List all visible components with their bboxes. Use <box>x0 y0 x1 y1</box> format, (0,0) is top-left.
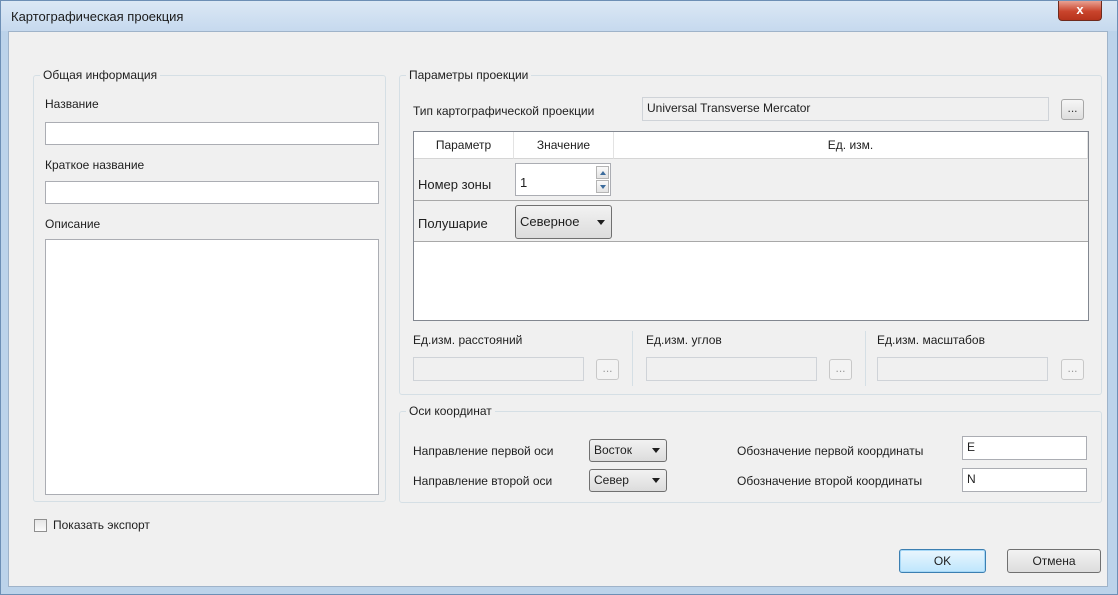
zone-number-value: 1 <box>520 175 528 190</box>
second-axis-direction-label: Направление второй оси <box>413 474 553 488</box>
table-header-unit[interactable]: Ед. изм. <box>614 132 1088 159</box>
ok-button[interactable]: OK <box>899 549 986 573</box>
projection-type-label: Тип картографической проекции <box>413 104 595 118</box>
parameters-table: Параметр Значение Ед. изм. Номер зоны 1 … <box>413 131 1089 321</box>
show-export-label[interactable]: Показать экспорт <box>53 518 150 532</box>
hemisphere-param: Полушарие <box>418 216 488 231</box>
chevron-down-icon <box>652 478 660 483</box>
scale-units-label: Ед.изм. масштабов <box>877 333 985 347</box>
arrow-up-icon <box>600 171 606 175</box>
scale-units-browse-button[interactable]: ... <box>1061 359 1084 380</box>
name-input[interactable] <box>45 122 379 145</box>
name-label: Название <box>45 97 99 111</box>
angle-units-label: Ед.изм. углов <box>646 333 722 347</box>
chevron-down-icon <box>597 220 605 225</box>
show-export-checkbox[interactable] <box>34 519 47 532</box>
projection-type-browse-button[interactable]: ... <box>1061 99 1084 120</box>
arrow-down-icon <box>600 185 606 189</box>
first-axis-direction-value: Восток <box>594 443 632 457</box>
short-name-input[interactable] <box>45 181 379 204</box>
zone-number-param: Номер зоны <box>418 177 492 192</box>
second-coordinate-input[interactable]: N <box>962 468 1087 492</box>
short-name-label: Краткое название <box>45 158 145 172</box>
first-coordinate-label: Обозначение первой координаты <box>737 444 924 458</box>
second-axis-direction-value: Север <box>594 473 629 487</box>
angle-units-browse-button[interactable]: ... <box>829 359 852 380</box>
cancel-button[interactable]: Отмена <box>1007 549 1101 573</box>
first-coordinate-input[interactable]: E <box>962 436 1087 460</box>
first-axis-direction-select[interactable]: Восток <box>589 439 667 462</box>
distance-units-label: Ед.изм. расстояний <box>413 333 523 347</box>
axes-group-title: Оси координат <box>406 404 495 418</box>
title-bar[interactable]: Картографическая проекция x <box>1 1 1117 31</box>
spin-up-button[interactable] <box>596 166 609 179</box>
general-info-title: Общая информация <box>40 68 161 82</box>
table-header-value[interactable]: Значение <box>514 132 614 159</box>
projection-type-field: Universal Transverse Mercator <box>642 97 1049 121</box>
window-title: Картографическая проекция <box>11 9 184 24</box>
first-axis-direction-label: Направление первой оси <box>413 444 554 458</box>
projection-params-title: Параметры проекции <box>406 68 532 82</box>
second-axis-direction-select[interactable]: Север <box>589 469 667 492</box>
scale-units-field <box>877 357 1048 381</box>
hemisphere-select[interactable]: Северное <box>515 205 612 239</box>
table-header-parameter[interactable]: Параметр <box>414 132 514 159</box>
close-icon: x <box>1076 2 1084 17</box>
description-label: Описание <box>45 217 101 231</box>
close-button[interactable]: x <box>1058 1 1102 21</box>
units-separator <box>865 331 866 386</box>
chevron-down-icon <box>652 448 660 453</box>
hemisphere-value: Северное <box>520 214 580 229</box>
distance-units-browse-button[interactable]: ... <box>596 359 619 380</box>
description-textarea[interactable] <box>45 239 379 495</box>
spin-down-button[interactable] <box>596 180 609 193</box>
distance-units-field <box>413 357 584 381</box>
units-separator <box>632 331 633 386</box>
second-coordinate-label: Обозначение второй координаты <box>737 474 923 488</box>
zone-number-spinner[interactable]: 1 <box>515 163 611 196</box>
angle-units-field <box>646 357 817 381</box>
